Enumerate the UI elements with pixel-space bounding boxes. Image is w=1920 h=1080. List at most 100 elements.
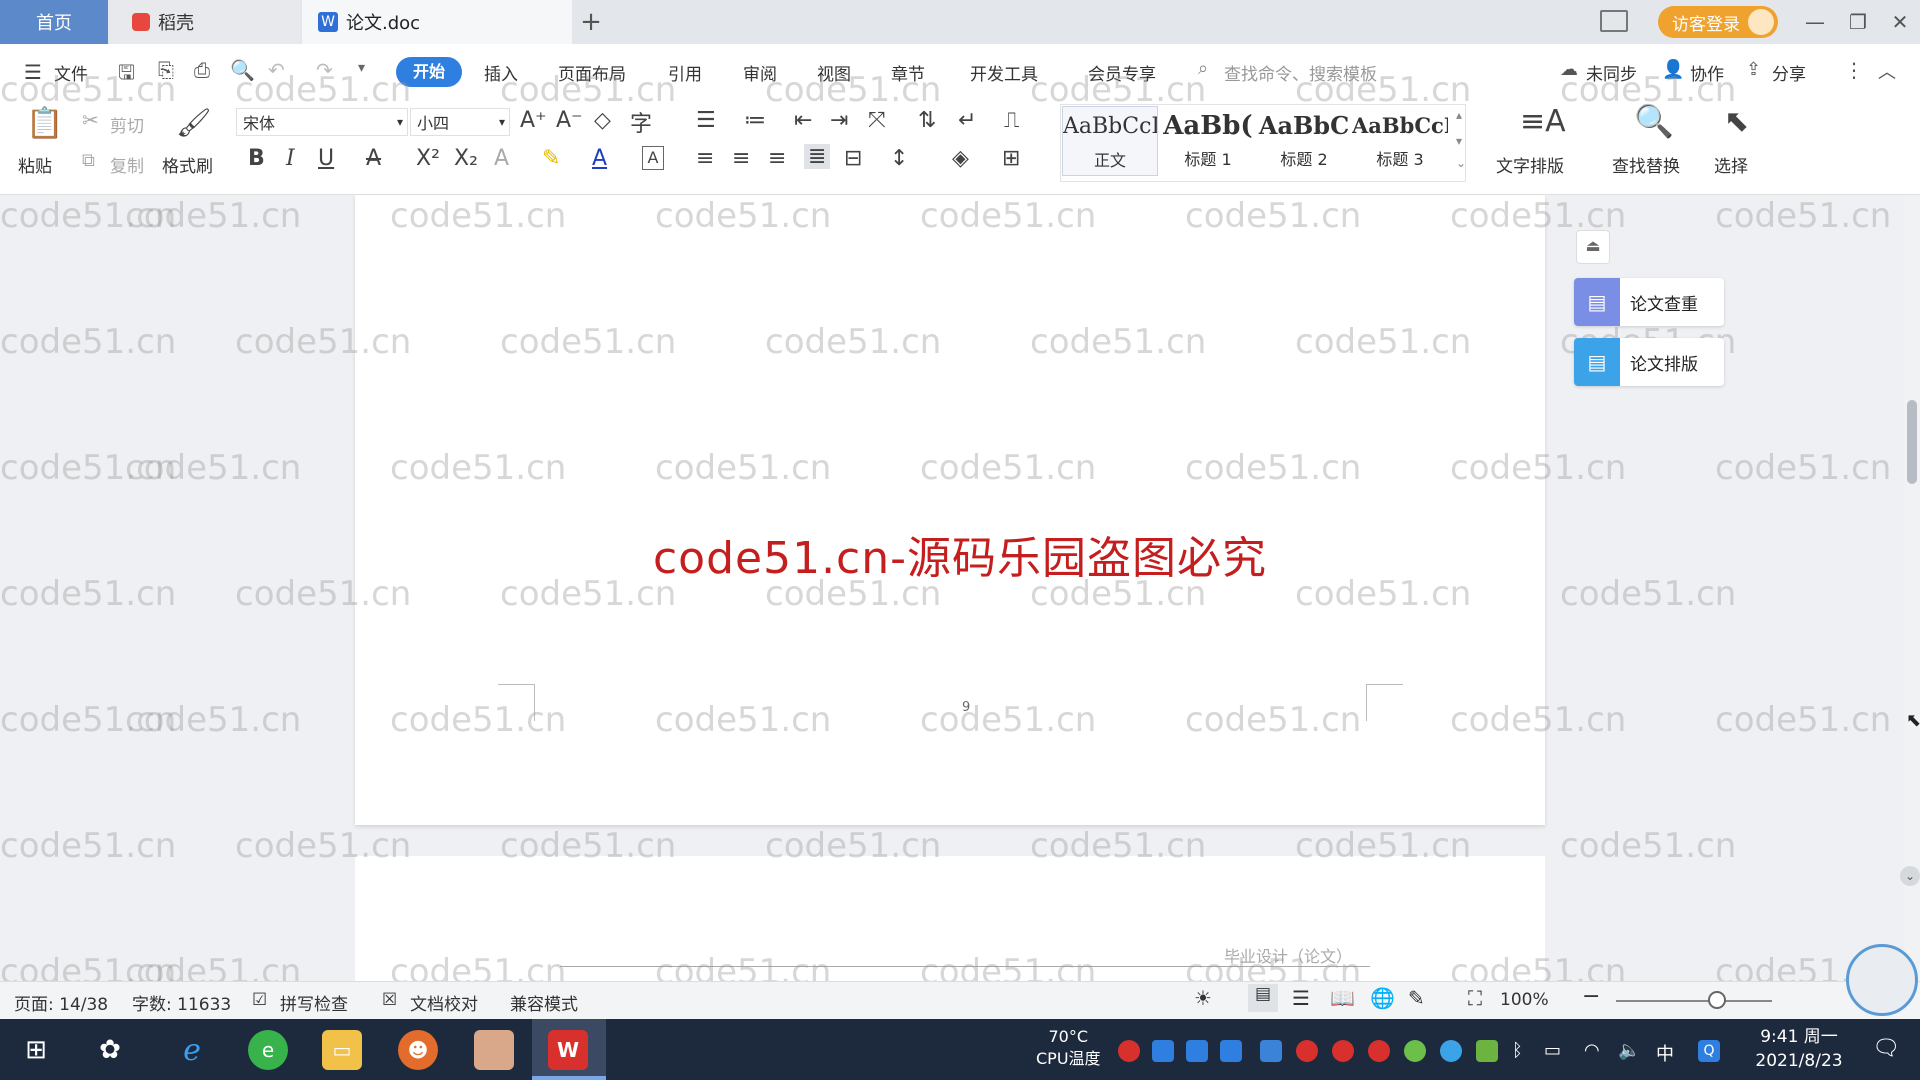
menu-file[interactable]: 文件 — [54, 60, 88, 85]
bullet-list-icon[interactable]: ☰ — [696, 108, 716, 133]
word-count[interactable]: 字数: 11633 — [132, 990, 231, 1015]
page-view-icon[interactable]: ▤ — [1248, 984, 1278, 1012]
menu-start[interactable]: 开始 — [396, 57, 462, 87]
document-page-next[interactable] — [355, 856, 1545, 996]
paper-layout-button[interactable]: ▤ 论文排版 — [1574, 338, 1724, 386]
text-effect-icon[interactable]: A — [494, 146, 509, 171]
increase-font-icon[interactable]: A⁺ — [520, 108, 547, 133]
cut-icon[interactable]: ✂ — [82, 108, 99, 132]
format-painter-button[interactable]: 格式刷 — [162, 152, 213, 177]
style-normal[interactable]: AaBbCcI 正文 — [1062, 106, 1158, 176]
phonetic-guide-icon[interactable]: 字 — [630, 106, 652, 138]
redo-icon[interactable]: ↷ — [316, 58, 333, 82]
volume-icon[interactable]: 🔈 — [1618, 1040, 1640, 1061]
app-pinwheel-icon[interactable]: ✿ — [90, 1030, 130, 1070]
style-heading-1[interactable]: AaBb(标题 1 — [1160, 106, 1256, 176]
browser-360-icon[interactable]: e — [248, 1030, 288, 1070]
menu-references[interactable]: 引用 — [668, 60, 702, 85]
scroll-down-icon[interactable]: ⌄ — [1900, 866, 1920, 886]
eye-protection-icon[interactable]: ☀ — [1194, 986, 1212, 1010]
close-icon[interactable]: ✕ — [1880, 0, 1920, 44]
borders-icon[interactable]: ⊞ — [1002, 146, 1020, 171]
line-spacing-icon[interactable]: ↕ — [890, 146, 908, 171]
battery-icon[interactable]: ▭ — [1544, 1040, 1561, 1061]
paper-check-button[interactable]: ▤ 论文查重 — [1574, 278, 1724, 326]
sort-icon[interactable]: ⇅ — [918, 108, 936, 133]
tab-ruler-icon[interactable]: ⎍ — [1004, 108, 1019, 133]
menu-chapter[interactable]: 章节 — [891, 60, 925, 85]
text-direction-icon[interactable]: ⤧ — [868, 108, 886, 133]
underline-icon[interactable]: U — [318, 146, 334, 171]
web-view-icon[interactable]: 🌐 — [1370, 986, 1395, 1010]
text-layout-icon[interactable]: ≡A — [1520, 104, 1566, 139]
cpu-temperature[interactable]: 70°C CPU温度 — [1036, 1026, 1101, 1070]
more-icon[interactable]: ⋮ — [1844, 58, 1864, 82]
distribute-icon[interactable]: ⊟ — [844, 146, 862, 171]
system-clock[interactable]: 9:41 周一 2021/8/23 — [1744, 1025, 1854, 1073]
qq-icon[interactable] — [1296, 1040, 1318, 1062]
justify-icon[interactable]: ≣ — [804, 144, 831, 169]
quick-access-dropdown-icon[interactable]: ▾ — [358, 60, 365, 76]
menu-insert[interactable]: 插入 — [484, 60, 518, 85]
numbered-list-icon[interactable]: ≔ — [744, 108, 766, 133]
qq-icon[interactable] — [1368, 1040, 1390, 1062]
strikethrough-icon[interactable]: A — [366, 146, 381, 171]
new-tab-icon[interactable]: + — [578, 0, 604, 44]
tray-app-icon[interactable] — [1404, 1040, 1426, 1062]
proofread-button[interactable]: 文档校对 — [410, 990, 478, 1015]
wifi-icon[interactable]: ◠ — [1584, 1040, 1600, 1061]
font-name-select[interactable]: 宋体 ▾ — [236, 108, 408, 136]
sync-status[interactable]: 未同步 — [1586, 60, 1637, 85]
menu-view[interactable]: 视图 — [817, 60, 851, 85]
superscript-icon[interactable]: X² — [416, 146, 440, 171]
hamburger-icon[interactable]: ☰ — [24, 60, 42, 84]
save-icon[interactable]: 🖫 — [118, 58, 135, 92]
increase-indent-icon[interactable]: ⇥ — [830, 108, 848, 133]
share-button[interactable]: 分享 — [1772, 60, 1806, 85]
style-heading-2[interactable]: AaBbC 标题 2 — [1256, 106, 1352, 176]
italic-icon[interactable]: I — [286, 146, 295, 171]
undo-icon[interactable]: ↶ — [268, 58, 285, 82]
scrollbar-thumb[interactable] — [1907, 400, 1917, 484]
print-icon[interactable]: ⎙ — [194, 58, 210, 82]
assistant-avatar[interactable] — [1846, 944, 1918, 1016]
reading-view-icon[interactable]: 📖 — [1330, 986, 1355, 1010]
cut-button[interactable]: 剪切 — [110, 112, 144, 137]
tray-app-icon[interactable] — [1186, 1040, 1208, 1062]
app-photo-icon[interactable] — [474, 1030, 514, 1070]
style-more-icon[interactable]: ⌄ — [1456, 156, 1466, 170]
menu-page-layout[interactable]: 页面布局 — [558, 60, 626, 85]
menu-developer[interactable]: 开发工具 — [970, 60, 1038, 85]
bold-icon[interactable]: B — [248, 146, 265, 171]
font-color-icon[interactable]: A — [592, 146, 607, 171]
annotate-icon[interactable]: ✎ — [1408, 986, 1425, 1010]
zoom-slider-knob[interactable] — [1708, 991, 1726, 1009]
collapse-ribbon-icon[interactable]: ︿ — [1878, 58, 1896, 84]
collab-button[interactable]: 协作 — [1690, 60, 1724, 85]
visitor-login-button[interactable]: 访客登录 — [1658, 6, 1778, 38]
copy-button[interactable]: 复制 — [110, 152, 144, 177]
style-heading-3[interactable]: AaBbCcI 标题 3 — [1352, 106, 1448, 176]
zoom-out-icon[interactable]: − — [1582, 984, 1600, 1009]
panel-collapse-icon[interactable]: ⏏ — [1576, 230, 1610, 264]
output-icon[interactable]: ⎘ — [158, 58, 174, 82]
align-left-icon[interactable]: ≡ — [696, 146, 714, 171]
align-right-icon[interactable]: ≡ — [768, 146, 786, 171]
zoom-slider[interactable] — [1616, 1000, 1772, 1002]
zoom-level[interactable]: 100% — [1500, 990, 1549, 1010]
char-border-icon[interactable]: A — [642, 146, 664, 170]
decrease-font-icon[interactable]: A⁻ — [556, 108, 583, 133]
subscript-icon[interactable]: X₂ — [454, 146, 478, 171]
shield-icon[interactable] — [1260, 1040, 1282, 1062]
tab-document[interactable]: W 论文.doc — [302, 0, 572, 44]
tab-home[interactable]: 首页 — [0, 0, 108, 44]
style-scroll-up-icon[interactable]: ▴ — [1456, 108, 1462, 122]
tray-app-icon[interactable] — [1220, 1040, 1242, 1062]
page-layout-icon[interactable] — [1600, 10, 1628, 32]
ime-indicator[interactable]: 中 — [1656, 1040, 1674, 1066]
restore-icon[interactable]: ❐ — [1838, 0, 1878, 44]
vertical-scrollbar[interactable] — [1904, 195, 1920, 981]
copy-icon[interactable]: ⧉ — [82, 150, 95, 171]
app-character-icon[interactable]: ☻ — [398, 1030, 438, 1070]
file-explorer-icon[interactable]: ▭ — [322, 1030, 362, 1070]
